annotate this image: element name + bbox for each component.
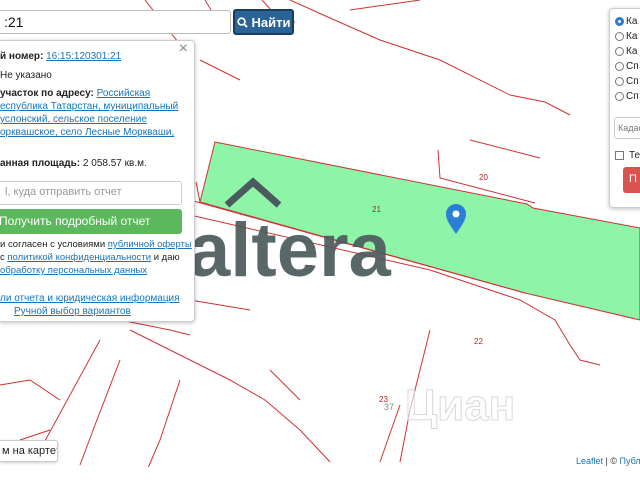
map-question-button[interactable]: м на карте? <box>0 440 58 462</box>
layer-option-6[interactable]: Сп <box>615 89 639 103</box>
radio-selected-icon <box>615 16 624 26</box>
layer-checkbox[interactable]: Те <box>615 148 640 162</box>
parcel-label-37: 37 <box>384 402 394 412</box>
parcel-label-20: 20 <box>479 173 488 182</box>
cadastral-layer-input[interactable]: Кадас <box>614 117 640 139</box>
layer-option-2[interactable]: Ка <box>615 29 637 43</box>
address-label: участок по адресу: <box>0 88 94 99</box>
layer-option-1[interactable]: Ка <box>615 14 637 28</box>
leaflet-link[interactable]: Leaflet <box>576 456 603 466</box>
privacy-link[interactable]: политикой конфиденциальности <box>7 252 151 263</box>
search-icon <box>236 16 248 28</box>
bottom-bar <box>0 467 640 480</box>
area-label: анная площадь: <box>0 158 81 169</box>
manual-selection-link[interactable]: Ручной выбор вариантов <box>14 305 131 318</box>
search-button[interactable]: Найти <box>233 9 294 35</box>
layer-option-4[interactable]: Сп <box>615 59 639 73</box>
attribution-link[interactable]: Публич <box>620 456 640 466</box>
radio-icon <box>615 91 624 101</box>
radio-icon <box>615 31 624 41</box>
offer-link[interactable]: публичной оферты <box>108 239 192 250</box>
cadastral-number-label: й номер: <box>0 51 44 62</box>
svg-text:altera: altera <box>188 208 392 293</box>
close-icon[interactable]: × <box>179 41 188 57</box>
status-text: Не указано <box>0 70 52 81</box>
address-link-line-2[interactable]: еспублика Татарстан, муниципальный <box>0 100 178 113</box>
map-attribution: Leaflet | © Публич <box>572 455 640 469</box>
layers-action-button[interactable]: П <box>623 167 640 193</box>
cadastral-number-link[interactable]: 16:15:120301:21 <box>46 51 121 62</box>
layers-control: Ка Ка Ка Сп Сп Сп Кадас Те П <box>609 8 640 208</box>
personal-data-link[interactable]: обработку персональных данных <box>0 265 147 276</box>
parcel-label-22b: 22 <box>474 337 483 346</box>
parcel-info-panel: × й номер: 16:15:120301:21 Не указано уч… <box>0 40 195 322</box>
legal-info-link[interactable]: ли отчета и юридическая информация <box>0 292 180 305</box>
get-report-button[interactable]: Получить подробный отчет <box>0 209 182 234</box>
address-link-line-3[interactable]: услонский, сельское поселение <box>0 113 147 126</box>
terms-text: и согласен с условиями публичной оферты … <box>0 239 192 276</box>
layer-option-5[interactable]: Сп <box>615 74 639 88</box>
area-value: 2 058.57 кв.м. <box>82 158 147 169</box>
email-input[interactable]: l, куда отправить отчет <box>0 181 182 205</box>
address-link-line-4[interactable]: орквашское, село Лесные Моркваши, <box>0 126 174 139</box>
address-link-line-1[interactable]: Российская <box>97 88 151 99</box>
checkbox-icon <box>615 150 624 160</box>
search-input[interactable]: :21 <box>0 10 231 34</box>
radio-icon <box>615 46 624 56</box>
layer-option-3[interactable]: Ка <box>615 44 637 58</box>
radio-icon <box>615 76 624 86</box>
radio-icon <box>615 61 624 71</box>
cian-watermark: Циан <box>405 381 515 430</box>
search-button-label: Найти <box>251 14 291 30</box>
